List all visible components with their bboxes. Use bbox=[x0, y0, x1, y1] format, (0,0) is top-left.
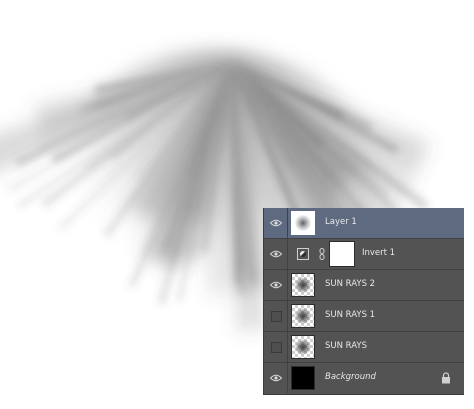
layer-row-sun-rays-2[interactable]: SUN RAYS 2 bbox=[264, 270, 464, 301]
layer-row-sun-rays[interactable]: SUN RAYS bbox=[264, 332, 464, 363]
layer-thumbnail bbox=[291, 211, 315, 235]
layer-thumbnail bbox=[291, 366, 315, 390]
layer-name: Layer 1 bbox=[325, 217, 357, 227]
layer-thumbnail bbox=[291, 304, 315, 328]
layer-row-layer-1[interactable]: Layer 1 bbox=[264, 208, 464, 239]
eye-icon bbox=[270, 281, 282, 289]
layer-name: SUN RAYS bbox=[325, 341, 367, 351]
layer-thumbnail bbox=[291, 273, 315, 297]
layers-panel: Layer 1 Invert 1 SUN RAYS 2 SUN RAYS 1 S… bbox=[263, 208, 464, 395]
layer-name: SUN RAYS 1 bbox=[325, 310, 376, 320]
layer-row-invert-1[interactable]: Invert 1 bbox=[264, 239, 464, 270]
chain-link-icon[interactable] bbox=[319, 248, 325, 260]
eye-icon bbox=[270, 219, 282, 227]
visibility-toggle[interactable] bbox=[264, 332, 288, 362]
layer-name: SUN RAYS 2 bbox=[325, 279, 376, 289]
visibility-toggle[interactable] bbox=[264, 363, 288, 393]
hidden-visibility-box bbox=[271, 342, 282, 353]
hidden-visibility-box bbox=[271, 311, 282, 322]
lock-icon bbox=[442, 372, 450, 384]
eye-icon bbox=[270, 374, 282, 382]
visibility-toggle[interactable] bbox=[264, 208, 288, 238]
visibility-toggle[interactable] bbox=[264, 301, 288, 331]
layer-thumbnail bbox=[291, 335, 315, 359]
eye-icon bbox=[270, 250, 282, 258]
layer-row-sun-rays-1[interactable]: SUN RAYS 1 bbox=[264, 301, 464, 332]
visibility-toggle[interactable] bbox=[264, 270, 288, 300]
layer-row-background[interactable]: Background bbox=[264, 363, 464, 394]
layer-name: Background bbox=[325, 372, 376, 382]
invert-adjustment-icon[interactable] bbox=[297, 248, 309, 260]
layer-mask-thumbnail[interactable] bbox=[329, 241, 355, 267]
visibility-toggle[interactable] bbox=[264, 239, 288, 269]
layer-name: Invert 1 bbox=[362, 248, 396, 258]
